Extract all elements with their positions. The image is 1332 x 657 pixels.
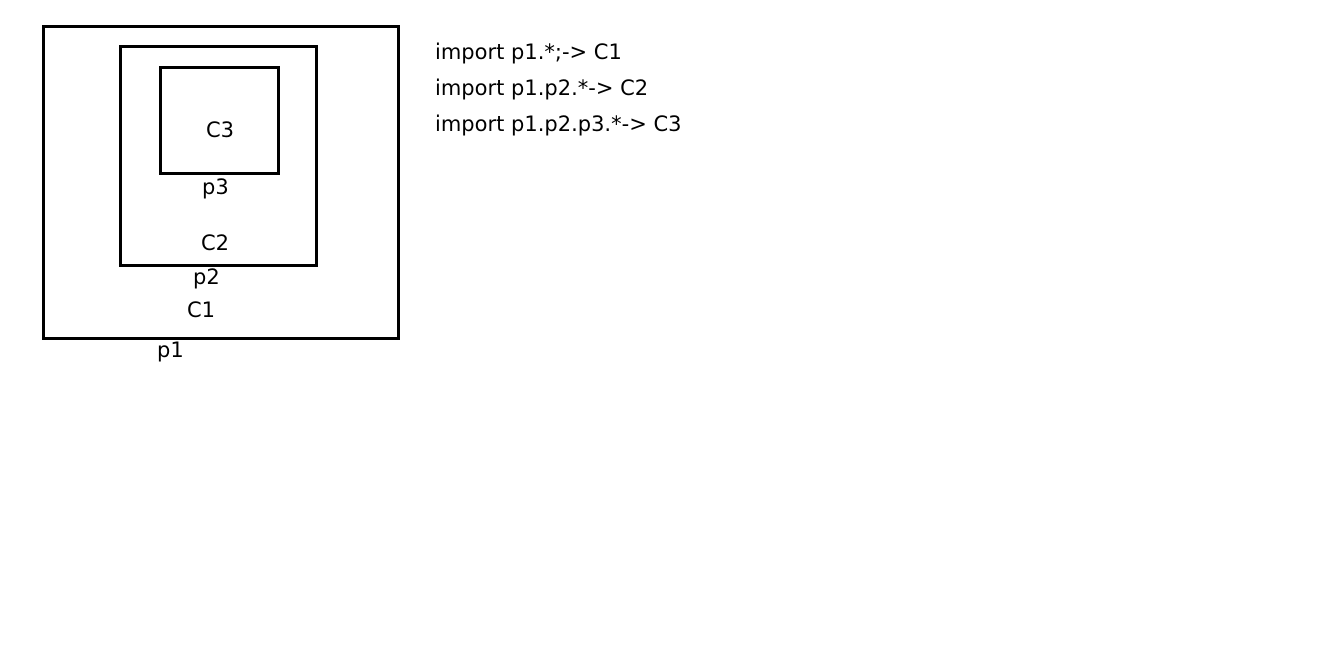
package-p2-label: p2 xyxy=(193,265,220,289)
package-p3-label: p3 xyxy=(202,175,229,199)
import-statement: import p1.p2.*-> C2 xyxy=(435,76,649,100)
class-c2-label: C2 xyxy=(201,231,230,255)
import-statement: import p1.*;-> C1 xyxy=(435,40,622,64)
class-c1-label: C1 xyxy=(187,298,216,322)
package-p1-label: p1 xyxy=(157,338,184,362)
import-statement-list: import p1.*;-> C1 import p1.p2.*-> C2 im… xyxy=(435,34,681,142)
import-statement: import p1.p2.p3.*-> C3 xyxy=(435,112,682,136)
class-c3-label: C3 xyxy=(206,118,235,142)
